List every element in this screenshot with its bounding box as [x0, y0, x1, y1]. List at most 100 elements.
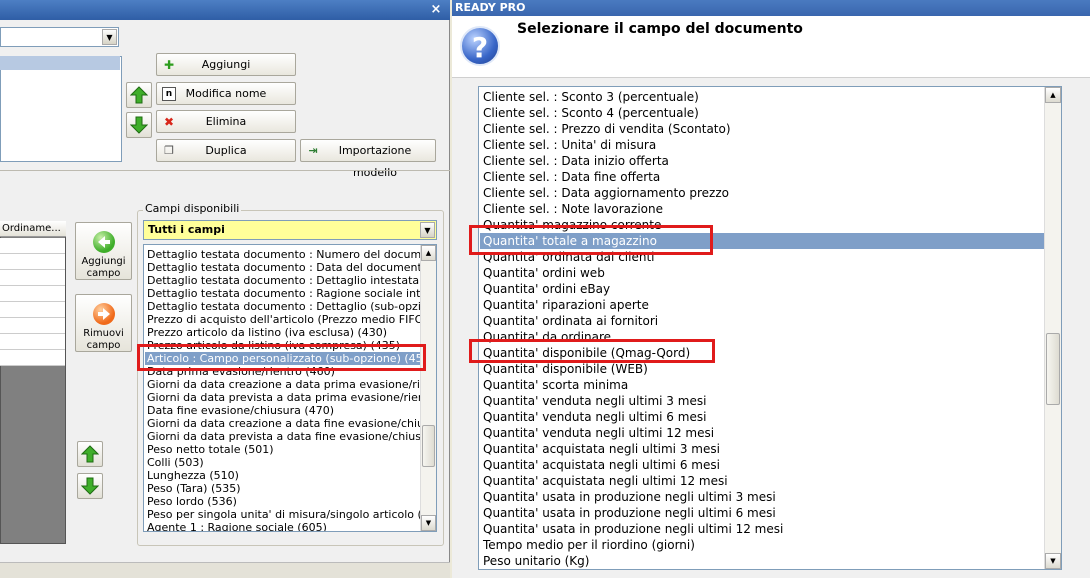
list-item[interactable]: Cliente sel. : Data aggiornamento prezzo: [483, 185, 729, 201]
divider: [0, 170, 450, 171]
duplicate-button[interactable]: ❐ Duplica: [156, 139, 296, 162]
list-item[interactable]: Dettaglio testata documento : Data del d…: [147, 261, 436, 274]
column-header-order[interactable]: Ordiname...: [0, 221, 66, 237]
move-down-button[interactable]: [126, 112, 152, 138]
scroll-thumb[interactable]: [1046, 333, 1060, 405]
field-move-down-button[interactable]: [77, 473, 103, 499]
list-item[interactable]: Prezzo di acquisto dell'articolo (Prezzo…: [147, 313, 436, 326]
delete-button[interactable]: ✖ Elimina: [156, 110, 296, 133]
available-fields-label: Campi disponibili: [143, 202, 242, 215]
model-list-selected-row[interactable]: [0, 56, 120, 70]
list-item[interactable]: Quantita' usata in produzione negli ulti…: [483, 521, 783, 537]
delete-icon: ✖: [163, 115, 175, 129]
available-fields-list[interactable]: Dettaglio testata documento : Numero del…: [143, 244, 437, 532]
list-item[interactable]: Quantita' venduta negli ultimi 3 mesi: [483, 393, 706, 409]
list-item[interactable]: Agente 1 : Ragione sociale (605): [147, 521, 327, 531]
available-fields-scrollbar[interactable]: ▲ ▼: [420, 245, 436, 531]
arrow-down-icon: [130, 116, 148, 134]
table-row[interactable]: [0, 318, 65, 334]
document-field-list[interactable]: Cliente sel. : Sconto 3 (percentuale) Cli…: [478, 86, 1062, 570]
model-list[interactable]: [0, 56, 122, 162]
move-up-button[interactable]: [126, 82, 152, 108]
field-move-up-button[interactable]: [77, 441, 103, 467]
list-item[interactable]: Giorni da data creazione a data fine eva…: [147, 417, 436, 430]
list-item[interactable]: Cliente sel. : Unita' di misura: [483, 137, 656, 153]
dialog-list-scrollbar[interactable]: ▲ ▼: [1044, 87, 1061, 569]
list-item[interactable]: Dettaglio testata documento : Numero del…: [147, 248, 436, 261]
scroll-up-icon[interactable]: ▲: [421, 245, 436, 261]
list-item[interactable]: Tempo medio per il riordino (giorni): [483, 537, 695, 553]
list-item[interactable]: Quantita' acquistata negli ultimi 3 mesi: [483, 441, 720, 457]
list-item[interactable]: Quantita' acquistata negli ultimi 6 mesi: [483, 457, 720, 473]
list-item[interactable]: Prezzo articolo da listino (iva esclusa)…: [147, 326, 387, 339]
list-item[interactable]: Cliente sel. : Data fine offerta: [483, 169, 660, 185]
import-model-button[interactable]: ⇥ Importazione modello: [300, 139, 436, 179]
list-item[interactable]: Quantita' ordini web: [483, 265, 605, 281]
remove-field-button[interactable]: Rimuovi campo: [75, 294, 132, 352]
arrow-up-icon: [130, 86, 148, 104]
fields-filter-value: Tutti i campi: [148, 223, 225, 236]
list-item[interactable]: Dettaglio testata documento : Dettaglio …: [147, 274, 436, 287]
list-item[interactable]: Giorni da data prevista a data fine evas…: [147, 430, 436, 443]
model-combo[interactable]: ▼: [0, 27, 119, 47]
list-item[interactable]: Cliente sel. : Prezzo di vendita (Sconta…: [483, 121, 731, 137]
scroll-up-icon[interactable]: ▲: [1045, 87, 1061, 103]
list-item[interactable]: Peso unitario (Kg): [483, 553, 589, 569]
table-row[interactable]: [0, 350, 65, 366]
list-item[interactable]: Peso netto totale (501): [147, 443, 274, 456]
list-item[interactable]: Quantita' riparazioni aperte: [483, 297, 649, 313]
import-icon: ⇥: [308, 144, 318, 157]
list-item[interactable]: Quantita' scorta minima: [483, 377, 628, 393]
table-row[interactable]: [0, 286, 65, 302]
list-item[interactable]: Quantita' ordinata ai fornitori: [483, 313, 658, 329]
remove-field-label-1: Rimuovi: [83, 328, 124, 339]
add-field-button[interactable]: Aggiungi campo: [75, 222, 132, 280]
list-item[interactable]: Quantita' acquistata negli ultimi 12 mes…: [483, 473, 728, 489]
list-item[interactable]: Peso lordo (536): [147, 495, 237, 508]
list-item[interactable]: Cliente sel. : Data inizio offerta: [483, 153, 669, 169]
add-button[interactable]: ✚ Aggiungi: [156, 53, 296, 76]
table-row[interactable]: [0, 270, 65, 286]
add-field-label-1: Aggiungi: [81, 256, 126, 267]
chevron-down-icon[interactable]: ▼: [102, 29, 117, 45]
list-item[interactable]: Lunghezza (510): [147, 469, 239, 482]
question-icon: ?: [460, 26, 500, 66]
list-item[interactable]: Dettaglio testata documento : Dettaglio …: [147, 300, 436, 313]
list-item[interactable]: Giorni da data prevista a data prima eva…: [147, 391, 436, 404]
list-item[interactable]: Peso per singola unita' di misura/singol…: [147, 508, 436, 521]
list-item[interactable]: Quantita' disponibile (WEB): [483, 361, 648, 377]
rename-button[interactable]: n Modifica nome: [156, 82, 296, 105]
scroll-thumb[interactable]: [422, 425, 435, 467]
left-title-bar: [0, 0, 450, 20]
list-item[interactable]: Quantita' usata in produzione negli ulti…: [483, 489, 776, 505]
fields-filter-select[interactable]: Tutti i campi ▼: [143, 220, 437, 240]
arrow-right-icon: [93, 303, 115, 325]
scroll-down-icon[interactable]: ▼: [1045, 553, 1061, 569]
chevron-down-icon[interactable]: ▼: [420, 222, 435, 238]
list-item[interactable]: Quantita' venduta negli ultimi 12 mesi: [483, 425, 714, 441]
list-item[interactable]: Cliente sel. : Sconto 3 (percentuale): [483, 89, 699, 105]
list-item[interactable]: Quantita' usata in produzione negli ulti…: [483, 505, 776, 521]
close-icon[interactable]: ×: [428, 3, 444, 17]
dialog-heading: Selezionare il campo del documento: [517, 21, 803, 37]
table-row[interactable]: [0, 334, 65, 350]
list-item[interactable]: Dettaglio testata documento : Ragione so…: [147, 287, 436, 300]
list-item[interactable]: Cliente sel. : Note lavorazione: [483, 201, 663, 217]
list-item[interactable]: Colli (503): [147, 456, 204, 469]
remove-field-label-2: campo: [86, 340, 121, 351]
list-item[interactable]: Data fine evasione/chiusura (470): [147, 404, 334, 417]
list-item[interactable]: Cliente sel. : Sconto 4 (percentuale): [483, 105, 699, 121]
arrow-up-icon: [81, 445, 99, 463]
highlight-box-total-stock: [469, 225, 713, 255]
arrow-down-icon: [81, 477, 99, 495]
table-row[interactable]: [0, 302, 65, 318]
rename-button-label: Modifica nome: [185, 87, 267, 100]
table-row[interactable]: [0, 254, 65, 270]
scroll-down-icon[interactable]: ▼: [421, 515, 436, 531]
list-item[interactable]: Quantita' venduta negli ultimi 6 mesi: [483, 409, 706, 425]
list-item[interactable]: Peso (Tara) (535): [147, 482, 241, 495]
plus-icon: ✚: [163, 58, 175, 72]
list-item[interactable]: Giorni da data creazione a data prima ev…: [147, 378, 436, 391]
list-item[interactable]: Quantita' ordini eBay: [483, 281, 610, 297]
table-row[interactable]: [0, 238, 65, 254]
